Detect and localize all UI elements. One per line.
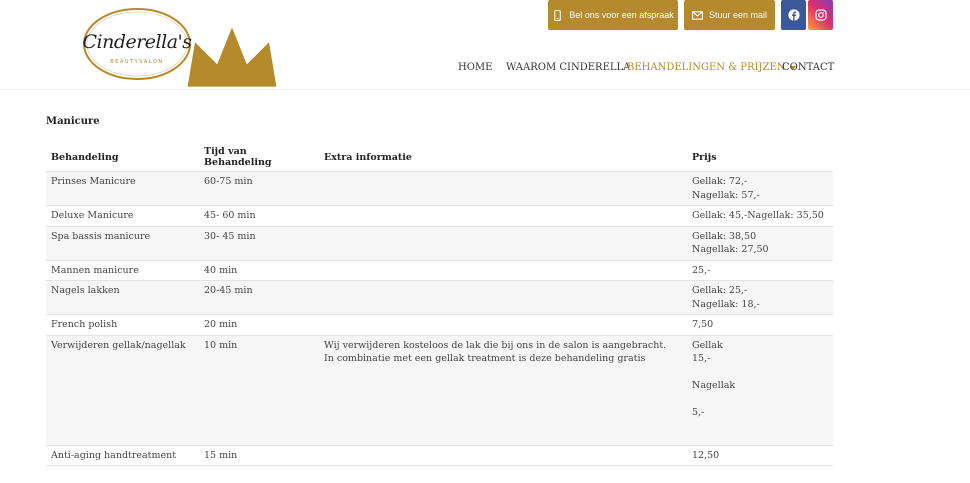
cell-prijs: Gellak: 45,-Nagellak: 35,50 xyxy=(687,205,833,226)
envelope-icon xyxy=(691,10,703,20)
logo-subtitle: BEAUTYSALON xyxy=(110,59,164,65)
price-line: Nagellak: 57,- xyxy=(692,189,760,201)
price-line: Gellak: 72,- xyxy=(692,176,748,187)
cell-behandeling: Mannen manicure xyxy=(46,259,199,281)
cell-extra-informatie: Wij verwijderen kosteloos de lak die bij… xyxy=(319,334,687,445)
price-line: Gellak: 38,50 xyxy=(692,230,757,242)
site-header: Cinderella's BEAUTYSALON Bel ons voor ee… xyxy=(0,0,970,90)
instagram-button[interactable] xyxy=(808,0,833,30)
cell-behandeling: Prinses Manicure xyxy=(46,171,199,206)
cell-prijs: Gellak 15,- Nagellak 5,- xyxy=(687,334,833,445)
nav-behandelingen-prijzen[interactable]: BEHANDELINGEN & PRIJZEN xyxy=(627,62,796,76)
price-table: Behandeling Tijd van Behandeling Extra i… xyxy=(46,142,833,466)
cell-prijs: 25,- xyxy=(687,259,833,281)
cell-behandeling: Nagels lakken xyxy=(46,280,199,315)
header-tijd: Tijd van Behandeling xyxy=(204,146,272,168)
table-row: Deluxe Manicure 45- 60 min Gellak: 45,-Nag… xyxy=(46,205,833,226)
table-row: Nagels lakken 20-45 min Gellak: 25,- Nagell… xyxy=(46,280,833,315)
cell-extra-informatie xyxy=(319,444,687,466)
nav-contact[interactable]: CONTACT xyxy=(782,62,834,76)
price-line: 7,50 xyxy=(692,319,714,330)
mail-button-label: Stuur een mail xyxy=(708,10,768,20)
cell-tijd: 15 min xyxy=(199,444,319,466)
cell-behandeling: French polish xyxy=(46,314,199,335)
price-line xyxy=(692,393,828,407)
cell-behandeling: Anti-aging handtreatment xyxy=(46,444,199,466)
facebook-button[interactable] xyxy=(781,0,806,30)
cell-tijd: 40 min xyxy=(199,259,319,281)
header-extra-informatie: Extra informatie xyxy=(324,151,412,163)
cell-tijd: 20 min xyxy=(199,314,319,335)
cell-extra-informatie xyxy=(319,280,687,315)
mail-button[interactable]: Stuur een mail xyxy=(684,0,775,30)
cell-extra-informatie xyxy=(319,171,687,206)
cell-extra-informatie xyxy=(319,259,687,281)
price-line: 12,50 xyxy=(692,449,720,461)
price-line: 25,- xyxy=(692,264,711,276)
cell-tijd: 10 min xyxy=(199,334,319,445)
section-title: Manicure xyxy=(46,116,100,127)
cell-tijd: 60-75 min xyxy=(199,171,319,206)
price-line xyxy=(692,366,828,380)
cell-prijs: Gellak: 72,- Nagellak: 57,- xyxy=(687,171,833,206)
call-button-label: Bel ons voor een afspraak xyxy=(569,10,674,20)
info-line: In combinatie met een gellak treatment i… xyxy=(324,353,646,364)
cell-prijs: 12,50 xyxy=(687,444,833,466)
table-body: Prinses Manicure 60-75 min Gellak: 72,- Nag… xyxy=(46,171,833,466)
cell-extra-informatie xyxy=(319,225,687,260)
price-line: Nagellak: 18,- xyxy=(692,298,760,310)
price-line: Gellak: 45,-Nagellak: 35,50 xyxy=(692,210,824,221)
header-behandeling: Behandeling xyxy=(51,151,119,163)
crown-icon xyxy=(187,27,277,87)
cell-behandeling: Verwijderen gellak/nagellak xyxy=(46,334,199,445)
table-row: French polish 20 min 7,50 xyxy=(46,314,833,335)
nav-behandelingen-label: BEHANDELINGEN & PRIJZEN xyxy=(627,62,786,73)
price-line: Gellak: 25,- xyxy=(692,285,748,296)
header-prijs: Prijs xyxy=(692,151,717,163)
table-row: Prinses Manicure 60-75 min Gellak: 72,- Nag… xyxy=(46,171,833,206)
cell-extra-informatie xyxy=(319,314,687,335)
facebook-icon xyxy=(787,9,800,21)
table-header-row: Behandeling Tijd van Behandeling Extra i… xyxy=(46,142,833,172)
price-line: 5,- xyxy=(692,407,705,418)
cell-extra-informatie xyxy=(319,205,687,226)
cell-behandeling: Spa bassis manicure xyxy=(46,225,199,260)
cell-tijd: 45- 60 min xyxy=(199,205,319,226)
info-line: Wij verwijderen kosteloos de lak die bij… xyxy=(324,339,667,351)
call-button[interactable]: Bel ons voor een afspraak xyxy=(548,0,678,30)
table-row: Verwijderen gellak/nagellak 10 min Wij ver… xyxy=(46,334,833,445)
price-line: Nagellak: 27,50 xyxy=(692,244,769,255)
cell-tijd: 30- 45 min xyxy=(199,225,319,260)
cell-prijs: 7,50 xyxy=(687,314,833,335)
price-line: Nagellak xyxy=(692,380,736,391)
phone-icon xyxy=(554,9,562,21)
nav-home[interactable]: HOME xyxy=(458,62,492,76)
instagram-icon xyxy=(814,9,827,21)
nav-waarom-cinderella[interactable]: WAAROM CINDERELLA xyxy=(506,62,630,76)
table-row: Spa bassis manicure 30- 45 min Gellak: 38,… xyxy=(46,225,833,260)
price-line: 15,- xyxy=(692,353,711,364)
logo-name: Cinderella's xyxy=(82,31,192,53)
logo[interactable]: Cinderella's BEAUTYSALON xyxy=(82,7,277,87)
table-row: Anti-aging handtreatment 15 min 12,50 xyxy=(46,444,833,466)
table-row: Mannen manicure 40 min 25,- xyxy=(46,259,833,281)
price-line: Gellak xyxy=(692,339,723,351)
cell-prijs: Gellak: 25,- Nagellak: 18,- xyxy=(687,280,833,315)
cell-behandeling: Deluxe Manicure xyxy=(46,205,199,226)
cell-prijs: Gellak: 38,50 Nagellak: 27,50 xyxy=(687,225,833,260)
cell-tijd: 20-45 min xyxy=(199,280,319,315)
